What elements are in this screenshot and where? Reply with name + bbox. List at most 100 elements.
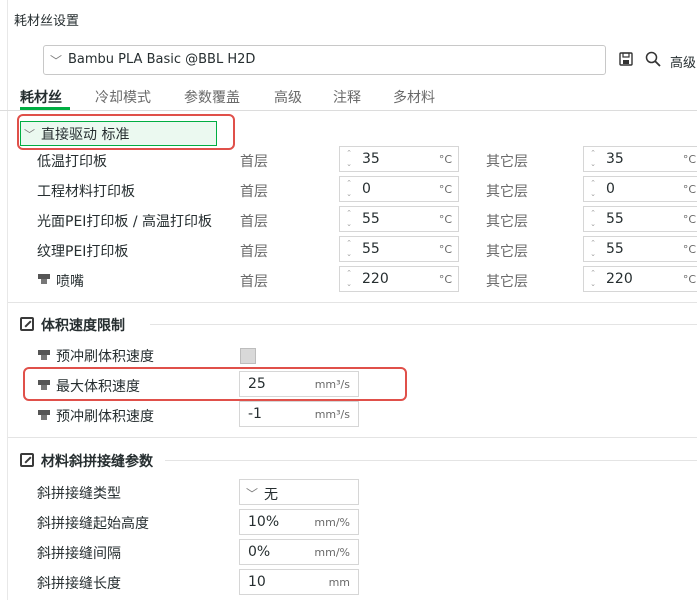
- first-layer-label: 首层: [240, 274, 268, 290]
- max-volumetric-speed-input[interactable]: 25 mm³/s: [239, 371, 359, 397]
- temp-first-layer-input[interactable]: ⌃ ⌄ 220 °C: [339, 266, 459, 292]
- temp-other-layers-input[interactable]: ⌃ ⌄ 0 °C: [583, 176, 697, 202]
- temp-first-layer-input[interactable]: ⌃ ⌄ 0 °C: [339, 176, 459, 202]
- other-layers-label: 其它层: [486, 244, 528, 260]
- temp-unit: °C: [682, 183, 696, 196]
- start-height-unit: mm/%: [314, 516, 350, 529]
- length-unit: mm: [328, 576, 350, 589]
- tab-filament[interactable]: 耗材丝: [20, 87, 62, 107]
- window-title: 耗材丝设置: [14, 14, 80, 29]
- prime-speed-value: -1: [248, 406, 262, 422]
- section-title-volumetric: 体积速度限制: [41, 318, 125, 334]
- temp-first-layer-input[interactable]: ⌃ ⌄ 55 °C: [339, 206, 459, 232]
- save-icon[interactable]: [619, 52, 633, 66]
- temp-unit: °C: [438, 183, 452, 196]
- chevron-down-icon: ﹀: [246, 487, 259, 501]
- temp-first-layer-input[interactable]: ⌃ ⌄ 35 °C: [339, 146, 459, 172]
- other-layers-label: 其它层: [486, 154, 528, 170]
- gap-unit: mm/%: [314, 546, 350, 559]
- other-layers-label: 其它层: [486, 274, 528, 290]
- advanced-toggle-label[interactable]: 高级: [670, 52, 696, 71]
- first-layer-label: 首层: [240, 154, 268, 170]
- first-layer-label: 首层: [240, 244, 268, 260]
- prime-volumetric-speed-checkbox[interactable]: [240, 348, 256, 364]
- preset-name: Bambu PLA Basic @BBL H2D: [68, 52, 256, 67]
- scarf-length-input[interactable]: 10 mm: [239, 569, 359, 595]
- stepper-arrows-icon[interactable]: ⌃ ⌄: [342, 178, 356, 200]
- stepper-arrows-icon[interactable]: ⌃ ⌄: [586, 268, 600, 290]
- prime-speed-unit: mm³/s: [314, 408, 350, 421]
- temp-value: 0: [362, 181, 371, 197]
- stepper-arrows-icon[interactable]: ⌃ ⌄: [342, 148, 356, 170]
- tab-overrides[interactable]: 参数覆盖: [184, 87, 240, 107]
- scarf-type-label: 斜拼接缝类型: [37, 486, 121, 502]
- edit-icon: [20, 317, 34, 331]
- nozzle-icon: [38, 274, 50, 286]
- max-volumetric-speed-label: 最大体积速度: [56, 379, 140, 395]
- first-layer-label: 首层: [240, 214, 268, 230]
- temp-row-label: 低温打印板: [37, 154, 107, 170]
- temp-value: 55: [606, 211, 624, 227]
- temp-row-label: 工程材料打印板: [37, 184, 135, 200]
- temp-value: 35: [362, 151, 380, 167]
- chevron-down-icon: ﹀: [50, 54, 63, 68]
- temp-unit: °C: [438, 243, 452, 256]
- tabs-divider: [0, 110, 697, 111]
- temp-unit: °C: [682, 273, 696, 286]
- tab-multimaterial[interactable]: 多材料: [393, 87, 435, 107]
- other-layers-label: 其它层: [486, 184, 528, 200]
- scarf-start-height-input[interactable]: 10% mm/%: [239, 509, 359, 535]
- tab-cooling[interactable]: 冷却模式: [95, 87, 151, 107]
- search-icon[interactable]: [645, 51, 661, 67]
- temp-value: 220: [362, 271, 389, 287]
- edit-icon: [20, 453, 34, 467]
- prime-volumetric-speed-label: 预冲刷体积速度: [56, 349, 154, 365]
- stepper-arrows-icon[interactable]: ⌃ ⌄: [586, 208, 600, 230]
- temp-unit: °C: [438, 273, 452, 286]
- scarf-gap-input[interactable]: 0% mm/%: [239, 539, 359, 565]
- temp-row-label: 光面PEI打印板 / 高温打印板: [37, 214, 213, 230]
- scarf-type-select[interactable]: ﹀ 无: [239, 479, 359, 505]
- tab-notes[interactable]: 注释: [333, 87, 361, 107]
- section-divider: [8, 437, 697, 438]
- temp-other-layers-input[interactable]: ⌃ ⌄ 55 °C: [583, 236, 697, 262]
- stepper-arrows-icon[interactable]: ⌃ ⌄: [342, 208, 356, 230]
- nozzle-icon: [38, 410, 50, 422]
- temp-row-label: 喷嘴: [56, 274, 84, 290]
- scarf-gap-label: 斜拼接缝间隔: [37, 546, 121, 562]
- prime-volumetric-speed-input[interactable]: -1 mm³/s: [239, 401, 359, 427]
- temp-value: 0: [606, 181, 615, 197]
- temp-unit: °C: [438, 153, 452, 166]
- temp-other-layers-input[interactable]: ⌃ ⌄ 35 °C: [583, 146, 697, 172]
- max-speed-unit: mm³/s: [314, 378, 350, 391]
- temp-value: 220: [606, 271, 633, 287]
- extruder-group-selector[interactable]: ﹀ 直接驱动 标准: [20, 121, 217, 146]
- nozzle-icon: [38, 380, 50, 392]
- first-layer-label: 首层: [240, 184, 268, 200]
- tab-advanced[interactable]: 高级: [274, 87, 302, 107]
- other-layers-label: 其它层: [486, 214, 528, 230]
- temp-unit: °C: [682, 153, 696, 166]
- stepper-arrows-icon[interactable]: ⌃ ⌄: [586, 238, 600, 260]
- window-edge: [7, 0, 8, 600]
- temp-value: 55: [606, 241, 624, 257]
- stepper-arrows-icon[interactable]: ⌃ ⌄: [586, 178, 600, 200]
- temp-other-layers-input[interactable]: ⌃ ⌄ 220 °C: [583, 266, 697, 292]
- temp-first-layer-input[interactable]: ⌃ ⌄ 55 °C: [339, 236, 459, 262]
- gap-value: 0%: [248, 544, 271, 560]
- preset-select[interactable]: ﹀ Bambu PLA Basic @BBL H2D: [43, 45, 606, 75]
- stepper-arrows-icon[interactable]: ⌃ ⌄: [586, 148, 600, 170]
- section-divider: [8, 302, 697, 303]
- chevron-down-icon: ﹀: [24, 128, 35, 141]
- stepper-arrows-icon[interactable]: ⌃ ⌄: [342, 238, 356, 260]
- scarf-start-height-label: 斜拼接缝起始高度: [37, 516, 149, 532]
- temp-unit: °C: [682, 213, 696, 226]
- stepper-arrows-icon[interactable]: ⌃ ⌄: [342, 268, 356, 290]
- scarf-type-value: 无: [264, 487, 278, 503]
- start-height-value: 10%: [248, 514, 280, 530]
- section-rule: [150, 324, 697, 325]
- max-speed-value: 25: [248, 376, 266, 392]
- temp-value: 35: [606, 151, 624, 167]
- temp-other-layers-input[interactable]: ⌃ ⌄ 55 °C: [583, 206, 697, 232]
- nozzle-icon: [38, 350, 50, 362]
